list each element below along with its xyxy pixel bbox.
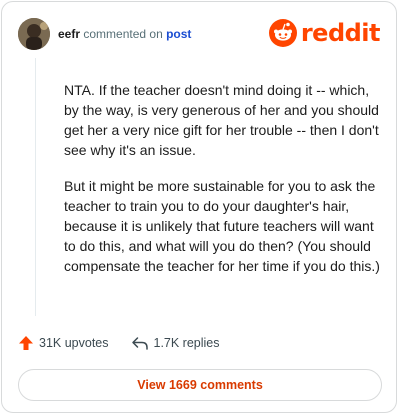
replies-count: 1.7K replies xyxy=(153,336,220,350)
comment-header: eefr commented on post xyxy=(58,27,191,41)
avatar-image xyxy=(18,18,50,50)
replies-stat[interactable]: 1.7K replies xyxy=(131,335,220,351)
comment-paragraph: But it might be more sustainable for you… xyxy=(64,178,380,274)
view-comments-button[interactable]: View 1669 comments xyxy=(18,369,382,401)
reddit-snoo-icon xyxy=(268,19,297,47)
comment-paragraph: NTA. If the teacher doesn't mind doing i… xyxy=(64,82,379,158)
user-avatar[interactable] xyxy=(18,18,50,50)
comment-stats: 31K upvotes 1.7K replies xyxy=(18,335,220,351)
comment-body: NTA. If the teacher doesn't mind doing i… xyxy=(64,80,384,292)
thread-line[interactable] xyxy=(35,58,36,316)
reply-arrow-icon xyxy=(131,337,148,350)
action-text: commented on xyxy=(83,27,163,41)
reddit-logo[interactable]: reddit xyxy=(268,19,381,47)
upvotes-stat[interactable]: 31K upvotes xyxy=(18,335,109,351)
post-link[interactable]: post xyxy=(166,27,191,41)
upvote-arrow-icon xyxy=(19,336,33,350)
comment-card: eefr commented on post reddit NTA. If th… xyxy=(1,1,397,413)
reddit-wordmark: reddit xyxy=(300,19,381,47)
upvotes-count: 31K upvotes xyxy=(39,336,109,350)
username-link[interactable]: eefr xyxy=(58,27,80,41)
